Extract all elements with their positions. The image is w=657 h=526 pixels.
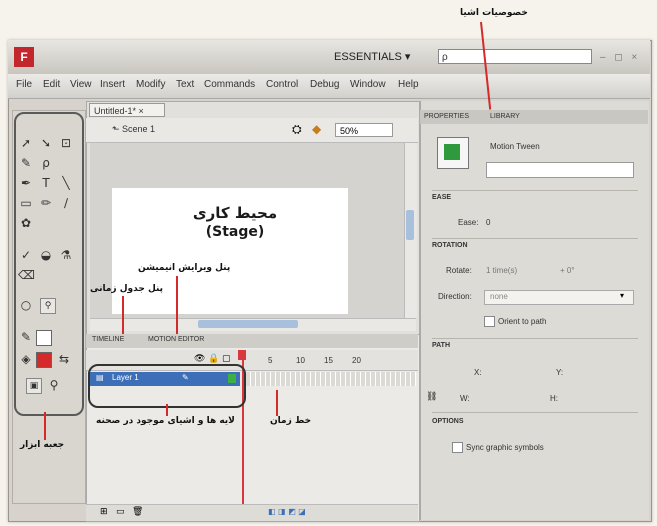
tab-library[interactable]: LIBRARY	[490, 113, 520, 120]
menu-help[interactable]: Help	[398, 79, 419, 90]
sync-label: Sync graphic symbols	[466, 443, 544, 452]
playhead-handle[interactable]	[238, 350, 246, 360]
sync-checkbox[interactable]	[452, 442, 463, 453]
vertical-scroll-thumb[interactable]	[406, 210, 414, 240]
orient-label: Orient to path	[498, 317, 547, 326]
menu-bar: File Edit View Insert Modify Text Comman…	[8, 74, 650, 99]
divider	[432, 238, 638, 239]
scene-label[interactable]: ⬑ Scene 1	[112, 124, 155, 135]
lock-icon[interactable]: 🔒	[208, 354, 219, 364]
x-label: X:	[474, 368, 482, 377]
new-layer-icon[interactable]: ⊞	[100, 507, 108, 517]
horizontal-scroll-thumb[interactable]	[198, 320, 298, 328]
w-label: W:	[460, 394, 470, 403]
callout-line	[122, 296, 124, 334]
instance-name-field[interactable]	[486, 162, 634, 178]
tab-properties[interactable]: PROPERTIES	[424, 113, 469, 120]
callout-time-line: خط زمان	[270, 416, 312, 426]
y-label: Y:	[556, 368, 564, 377]
window-controls[interactable]: – ◻ ×	[600, 52, 640, 63]
callout-line	[276, 390, 278, 416]
section-path[interactable]: PATH	[432, 342, 450, 349]
menu-insert[interactable]: Insert	[100, 79, 125, 90]
outline-icon[interactable]: ▢	[222, 354, 231, 364]
menu-modify[interactable]: Modify	[136, 79, 165, 90]
section-options[interactable]: OPTIONS	[432, 418, 464, 425]
menu-commands[interactable]: Commands	[204, 79, 255, 90]
stage-label-fa: محیط کاری	[192, 204, 278, 222]
menu-edit[interactable]: Edit	[43, 79, 60, 90]
scene-icon: ⬑	[112, 124, 123, 134]
ease-value[interactable]: 0	[486, 218, 490, 227]
callout-toolbox: جعبه ابزار	[20, 440, 65, 450]
frames-row[interactable]	[246, 372, 416, 386]
workspace-switcher[interactable]: ESSENTIALS ▾	[334, 50, 410, 63]
callout-timeline: پنل جدول زمانی	[90, 284, 164, 294]
orient-checkbox[interactable]	[484, 316, 495, 327]
menu-text[interactable]: Text	[176, 79, 194, 90]
rotate-label: Rotate:	[446, 266, 472, 275]
onion-skin-icons[interactable]: ◧ ◨ ◩ ◪	[268, 507, 306, 516]
menu-debug[interactable]: Debug	[310, 79, 339, 90]
flash-logo: F	[14, 47, 34, 67]
motion-tween-glyph	[444, 144, 460, 160]
zoom-select[interactable]: 50%	[335, 123, 393, 137]
divider	[432, 190, 638, 191]
callout-properties: خصوصیات اشیا	[460, 8, 528, 18]
frame-number: 20	[352, 356, 361, 365]
frame-number: 5	[268, 356, 273, 365]
toolbox-bracket	[14, 112, 84, 416]
divider	[432, 412, 638, 413]
link-icon[interactable]: ⛓	[426, 392, 437, 402]
search-input[interactable]: ρ	[438, 49, 592, 64]
callout-line	[166, 404, 168, 416]
frame-number: 15	[324, 356, 333, 365]
edit-symbol-icon[interactable]: ⛭	[292, 122, 302, 137]
rotate-value[interactable]: 1 time(s)	[486, 266, 517, 275]
section-rotation[interactable]: ROTATION	[432, 242, 468, 249]
menu-window[interactable]: Window	[350, 79, 386, 90]
menu-file[interactable]: File	[16, 79, 32, 90]
rotate-extra[interactable]: + 0°	[560, 266, 575, 275]
menu-view[interactable]: View	[70, 79, 92, 90]
stage-label-en: (Stage)	[205, 224, 265, 240]
callout-layers: لایه ها و اشیای موجود در صحنه	[96, 416, 235, 426]
layers-bracket	[88, 364, 246, 408]
document-tab[interactable]: Untitled-1* ×	[89, 103, 165, 117]
edit-scene-icon[interactable]: ◆	[312, 122, 321, 136]
scene-name: Scene 1	[122, 124, 156, 134]
tab-timeline[interactable]: TIMELINE	[92, 336, 124, 343]
timeline-tabs	[86, 334, 418, 348]
direction-label: Direction:	[438, 292, 472, 301]
properties-title: Motion Tween	[490, 142, 540, 151]
delete-layer-icon[interactable]: 🗑	[132, 507, 143, 517]
new-folder-icon[interactable]: ▭	[116, 507, 125, 517]
frame-number: 10	[296, 356, 305, 365]
direction-value: none	[490, 292, 508, 301]
eye-icon[interactable]: 👁	[194, 354, 205, 364]
callout-line	[176, 276, 178, 334]
callout-line	[44, 412, 46, 440]
section-ease[interactable]: EASE	[432, 194, 451, 201]
tab-motion-editor[interactable]: MOTION EDITOR	[148, 336, 204, 343]
divider	[432, 338, 638, 339]
chevron-down-icon[interactable]: ▾	[620, 291, 624, 300]
h-label: H:	[550, 394, 558, 403]
menu-control[interactable]: Control	[266, 79, 298, 90]
callout-motion-editor: پنل ویرایش انیمیشن	[138, 263, 231, 273]
ease-label: Ease:	[458, 218, 479, 227]
